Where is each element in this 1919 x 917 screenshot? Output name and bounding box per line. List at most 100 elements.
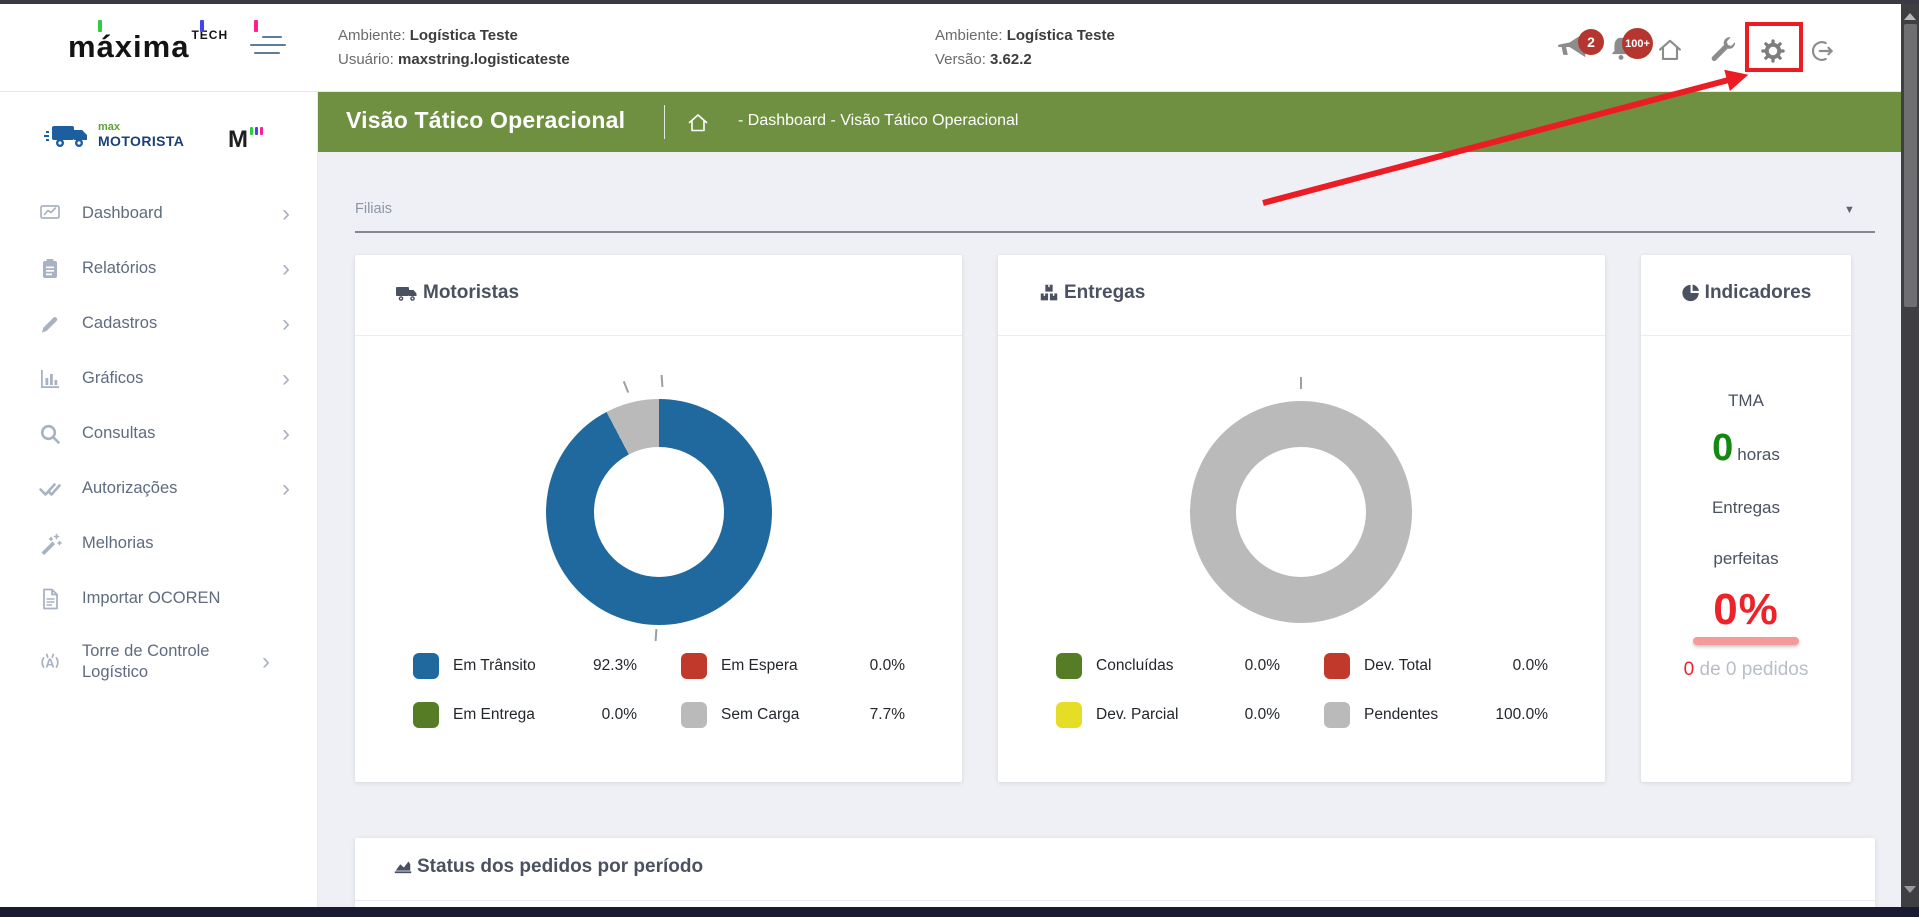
scrollbar-thumb[interactable] (1903, 24, 1917, 307)
sidebar-item-label: Melhorias (82, 533, 154, 552)
entregas-card-header: Entregas (998, 255, 1605, 336)
legend-swatch (413, 653, 439, 679)
perfect-deliveries-label-2: perfeitas (1713, 549, 1779, 568)
vertical-scrollbar[interactable] (1901, 4, 1919, 917)
motoristas-card: Motoristas Em Trânsito 92.3% Em Espera 0.0… (355, 255, 962, 782)
legend-item: Concluídas 0.0% (1056, 653, 1280, 679)
legend-swatch (413, 702, 439, 728)
sidebar-item-torre-de-controle[interactable]: A Torre de Controle Logístico › (0, 626, 318, 698)
legend-item: Em Entrega 0.0% (413, 702, 637, 728)
chevron-right-icon: › (282, 309, 290, 337)
max-motorista-logo: max MOTORISTA (44, 122, 184, 150)
breadcrumb: - Dashboard - Visão Tático Operacional (738, 112, 1019, 129)
scroll-down-icon[interactable] (1904, 886, 1916, 893)
bottom-edge-bar (0, 907, 1919, 917)
sidebar-nav: Dashboard › Relatórios › Cadastros › Grá… (0, 186, 318, 698)
breadcrumb-home-icon[interactable] (686, 110, 710, 139)
sidebar-item-label: Relatórios (82, 258, 157, 277)
sidebar-item-label: Cadastros (82, 313, 158, 332)
chevron-right-icon: › (282, 199, 290, 227)
annotation-highlight-box (1745, 22, 1803, 72)
sidebar-item-cadastros[interactable]: Cadastros › (0, 296, 318, 351)
sidebar-item-label: Autorizações (82, 478, 178, 497)
truck-icon (396, 287, 417, 301)
logo-prefix: max (98, 121, 121, 133)
usuario-value: maxstring.logisticateste (398, 51, 570, 68)
logo-tick-pink (254, 20, 258, 32)
status-pedidos-card-header: Status dos pedidos por período (355, 838, 1875, 901)
antenna-icon: A (38, 650, 62, 674)
app-window: máxima TECH Ambiente: Logística Teste Usu… (0, 0, 1919, 917)
page-title: Visão Tático Operacional (346, 107, 626, 133)
sidebar-item-label: Importar OCOREN (82, 588, 221, 607)
sidebar: max MOTORISTA M Dashboard › Relatórios › (0, 92, 318, 917)
wrench-icon[interactable] (1707, 34, 1736, 67)
legend-swatch (1324, 702, 1350, 728)
scroll-up-icon[interactable] (1904, 13, 1916, 20)
double-check-icon (38, 477, 62, 501)
legend-swatch (1324, 653, 1350, 679)
sidebar-item-autorizacoes[interactable]: Autorizações › (0, 461, 318, 516)
svg-text:A: A (45, 656, 55, 671)
sidebar-item-label: Gráficos (82, 368, 144, 387)
versao-label: Versão: (935, 51, 986, 68)
perfect-deliveries-label-1: Entregas (1711, 498, 1781, 517)
version-info: Ambiente: Logística Teste Versão: 3.62.2 (935, 24, 1115, 72)
entregas-donut-chart (1190, 401, 1412, 623)
indicadores-card-header: Indicadores (1641, 255, 1851, 336)
bell-badge: 100+ (1622, 28, 1653, 59)
motoristas-donut-chart (546, 399, 772, 625)
chevron-right-icon: › (282, 364, 290, 392)
donut-tick (622, 381, 629, 393)
dashboard-icon (38, 202, 62, 226)
menu-toggle-icon[interactable] (250, 36, 286, 55)
sidebar-item-label: Dashboard (82, 203, 163, 222)
logo-tick-blue (200, 20, 204, 32)
logo-text: máxima (68, 29, 190, 64)
bar-chart-icon (38, 367, 62, 391)
perfect-deliveries-value: 0% (1713, 585, 1779, 634)
donut-tick (660, 374, 663, 388)
chevron-down-icon[interactable]: ▼ (1844, 204, 1855, 216)
motoristas-card-title: Motoristas (395, 282, 519, 304)
entregas-legend: Concluídas 0.0% Dev. Total 0.0% Dev. Parci… (1056, 653, 1548, 728)
main-content: Filiais ▼ Motoristas Em Trânsito 92.3% Em… (318, 152, 1901, 917)
pie-chart-icon (1682, 284, 1699, 302)
perfect-deliveries-underline (1693, 637, 1799, 645)
tma-value: 0 (1712, 427, 1734, 469)
truck-icon (44, 126, 87, 147)
logo-suffix: TECH (191, 28, 229, 42)
legend-item: Dev. Total 0.0% (1324, 653, 1548, 679)
sidebar-item-melhorias[interactable]: Melhorias (0, 516, 318, 571)
entregas-card-title: Entregas (1038, 282, 1145, 304)
sidebar-item-importar-ocoren[interactable]: Importar OCOREN (0, 571, 318, 626)
chevron-right-icon: › (282, 254, 290, 282)
sidebar-item-graficos[interactable]: Gráficos › (0, 351, 318, 406)
environment-info: Ambiente: Logística Teste Usuário: maxst… (338, 24, 570, 72)
title-divider (664, 105, 665, 139)
logout-icon[interactable] (1810, 38, 1836, 69)
logo-tick-green (98, 20, 102, 32)
legend-item: Pendentes 100.0% (1324, 702, 1548, 728)
maxima-tech-logo: máxima TECH (68, 20, 258, 65)
donut-tick (1300, 377, 1302, 389)
pencil-icon (38, 312, 62, 336)
sidebar-item-label: Consultas (82, 423, 156, 442)
legend-item: Dev. Parcial 0.0% (1056, 702, 1280, 728)
sidebar-item-relatorios[interactable]: Relatórios › (0, 241, 318, 296)
sidebar-item-dashboard[interactable]: Dashboard › (0, 186, 318, 241)
donut-tick (654, 628, 657, 642)
tma-unit: horas (1737, 445, 1780, 464)
orders-summary: 0 de 0 pedidos (1683, 659, 1809, 680)
filiais-underline (355, 231, 1875, 233)
legend-swatch (681, 653, 707, 679)
magic-wand-icon (38, 532, 62, 556)
tma-label: TMA (1728, 391, 1764, 410)
entregas-card: Entregas Concluídas 0.0% Dev. Total 0.0% D… (998, 255, 1605, 782)
sidebar-item-consultas[interactable]: Consultas › (0, 406, 318, 461)
legend-item: Sem Carga 7.7% (681, 702, 905, 728)
usuario-label: Usuário: (338, 51, 394, 68)
mini-m-logo: M (228, 126, 263, 154)
chevron-right-icon: › (262, 648, 270, 676)
home-icon[interactable] (1656, 36, 1684, 67)
